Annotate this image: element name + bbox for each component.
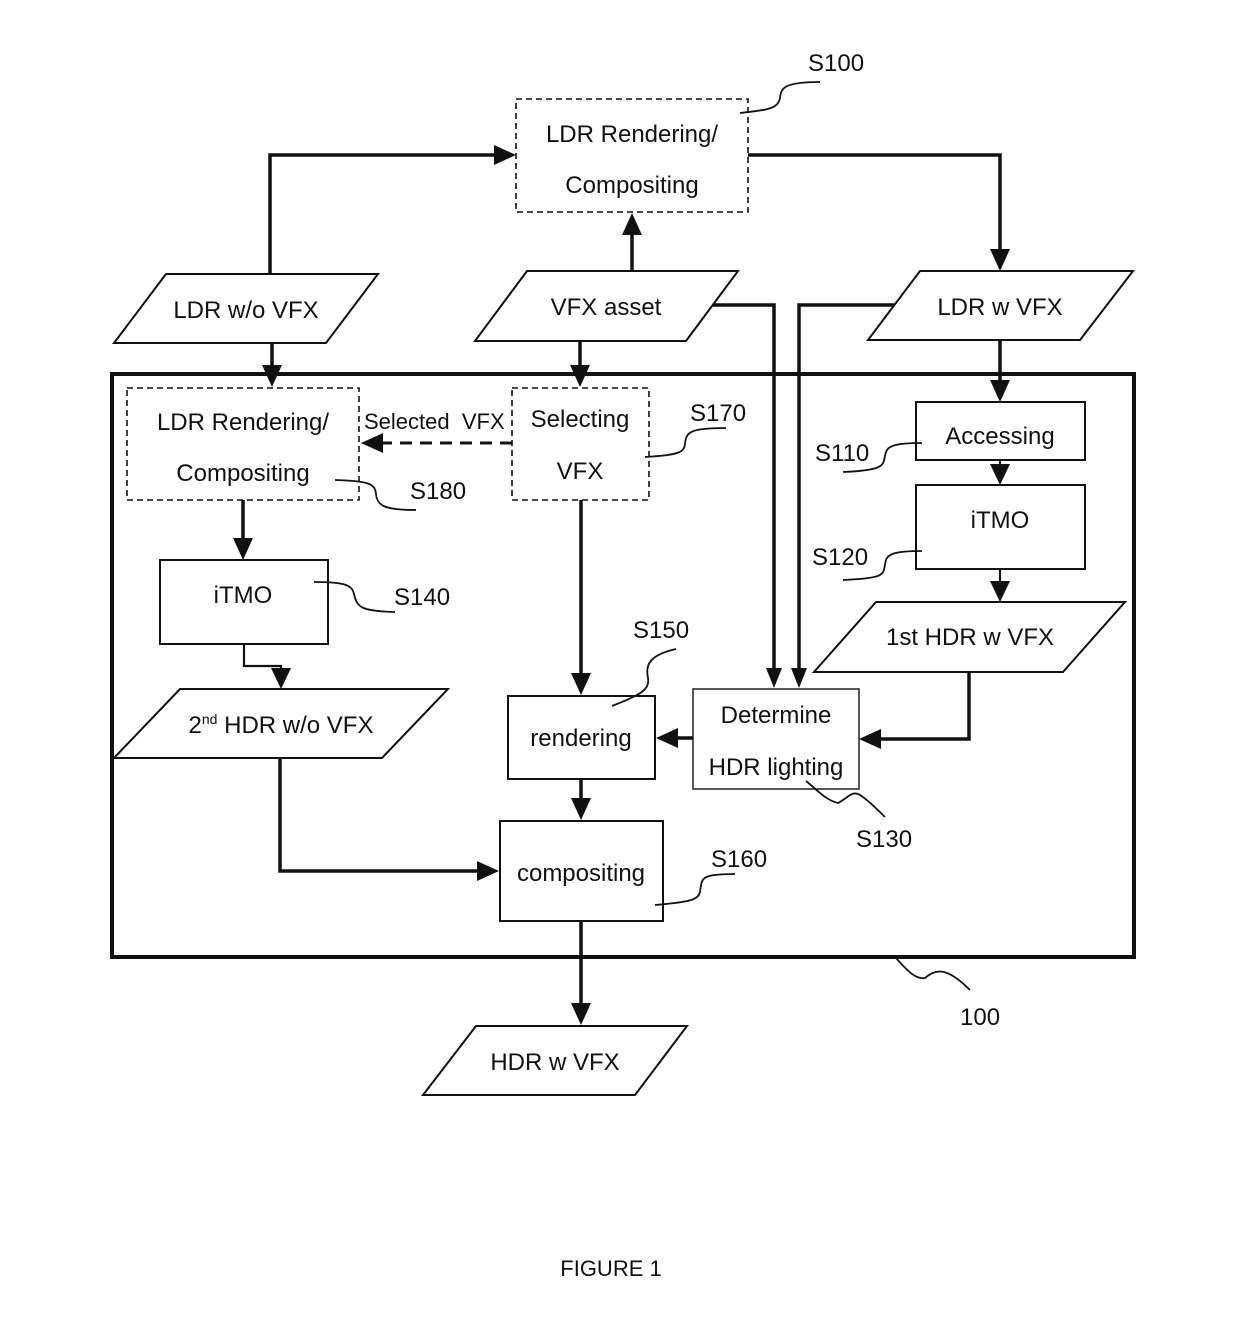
- ref-s120: S120: [812, 544, 868, 571]
- node-s160[interactable]: compositing: [499, 820, 664, 922]
- leader-line-s100: [739, 81, 821, 114]
- ldr-w-vfx-label: LDR w VFX: [937, 294, 1062, 321]
- node-s120[interactable]: iTMO: [915, 484, 1086, 570]
- node-s130[interactable]: Determine HDR lighting: [692, 688, 860, 790]
- ref-s130: S130: [856, 826, 912, 853]
- figure-caption: FIGURE 1: [560, 1256, 661, 1281]
- leader-line-s170: [644, 427, 727, 458]
- second-hdr-sup: nd: [202, 711, 218, 727]
- node-s150[interactable]: rendering: [507, 695, 656, 780]
- arrowhead: [766, 668, 782, 688]
- ldr-wo-vfx-label: LDR w/o VFX: [173, 297, 318, 324]
- arrowhead: [361, 433, 383, 453]
- node-s110[interactable]: Accessing: [915, 401, 1086, 461]
- s140-label: iTMO: [214, 582, 273, 609]
- arrowhead: [990, 249, 1010, 271]
- second-hdr-text: HDR w/o VFX: [217, 712, 373, 739]
- ref-s150: S150: [633, 617, 689, 644]
- node-vfx-asset[interactable]: VFX asset: [473, 270, 740, 342]
- arrowhead: [990, 581, 1010, 602]
- ref-s110: S110: [815, 440, 869, 467]
- leader-line-100: [895, 957, 971, 991]
- edge-s140-to-second-hdr: [242, 644, 283, 670]
- arrowhead: [494, 145, 516, 165]
- s130-line2: HDR lighting: [709, 754, 844, 781]
- s180-line2: Compositing: [176, 460, 309, 487]
- node-ldr-w-vfx[interactable]: LDR w VFX: [865, 270, 1136, 341]
- first-hdr-label: 1st HDR w VFX: [886, 624, 1054, 651]
- ref-s100: S100: [808, 50, 864, 77]
- ref-s180: S180: [410, 478, 466, 505]
- s110-label: Accessing: [945, 423, 1054, 450]
- arrowhead: [859, 729, 881, 749]
- node-s180[interactable]: LDR Rendering/ Compositing: [126, 387, 360, 501]
- arrowhead: [656, 728, 678, 748]
- s170-line2: VFX: [557, 458, 604, 485]
- node-first-hdr[interactable]: 1st HDR w VFX: [811, 601, 1128, 673]
- edge-first-hdr-to-s130: [880, 673, 971, 741]
- arrowhead: [571, 673, 591, 695]
- arrowhead: [990, 380, 1010, 402]
- node-s140[interactable]: iTMO: [159, 559, 329, 645]
- flow-diagram: 100 LDR Rendering/ Compositing S100 LDR …: [110, 50, 1136, 1281]
- ref-s140: S140: [394, 584, 450, 611]
- edge-ldr-wo-vfx-to-s100: [268, 153, 496, 274]
- node-s170[interactable]: Selecting VFX: [511, 387, 650, 501]
- arrowhead: [571, 798, 591, 820]
- s120-label: iTMO: [971, 507, 1030, 534]
- node-s100[interactable]: LDR Rendering/ Compositing: [515, 98, 749, 213]
- s100-line1: LDR Rendering/: [546, 121, 718, 148]
- arrowhead: [477, 861, 499, 881]
- hdr-w-vfx-label: HDR w VFX: [490, 1049, 619, 1076]
- leader-line-s160: [654, 873, 736, 906]
- node-second-hdr[interactable]: 2nd HDR w/o VFX: [111, 688, 451, 759]
- arrowhead: [622, 213, 642, 235]
- edge-s100-to-ldr-w-vfx: [748, 153, 1002, 250]
- s130-line1: Determine: [721, 702, 832, 729]
- s180-line1: LDR Rendering/: [157, 409, 329, 436]
- node-hdr-w-vfx[interactable]: HDR w VFX: [420, 1025, 690, 1096]
- arrowhead: [271, 668, 291, 689]
- arrowhead: [791, 668, 807, 688]
- vfx-asset-label: VFX asset: [551, 294, 662, 321]
- ref-s170: S170: [690, 400, 746, 427]
- selected-vfx-label: Selected VFX: [364, 409, 505, 434]
- arrowhead: [571, 1003, 591, 1025]
- edge-vfx-asset-to-s130: [712, 303, 776, 668]
- s100-line2: Compositing: [565, 172, 698, 199]
- s170-line1: Selecting: [531, 406, 630, 433]
- edge-second-hdr-to-s160: [278, 758, 478, 873]
- arrowhead: [990, 464, 1010, 485]
- system-ref-100: 100: [960, 1004, 1000, 1031]
- ref-s160: S160: [711, 846, 767, 873]
- arrowhead: [233, 538, 253, 560]
- second-hdr-prefix: 2: [189, 712, 202, 739]
- s150-label: rendering: [530, 725, 631, 752]
- node-ldr-wo-vfx[interactable]: LDR w/o VFX: [111, 273, 381, 344]
- s160-label: compositing: [517, 860, 645, 887]
